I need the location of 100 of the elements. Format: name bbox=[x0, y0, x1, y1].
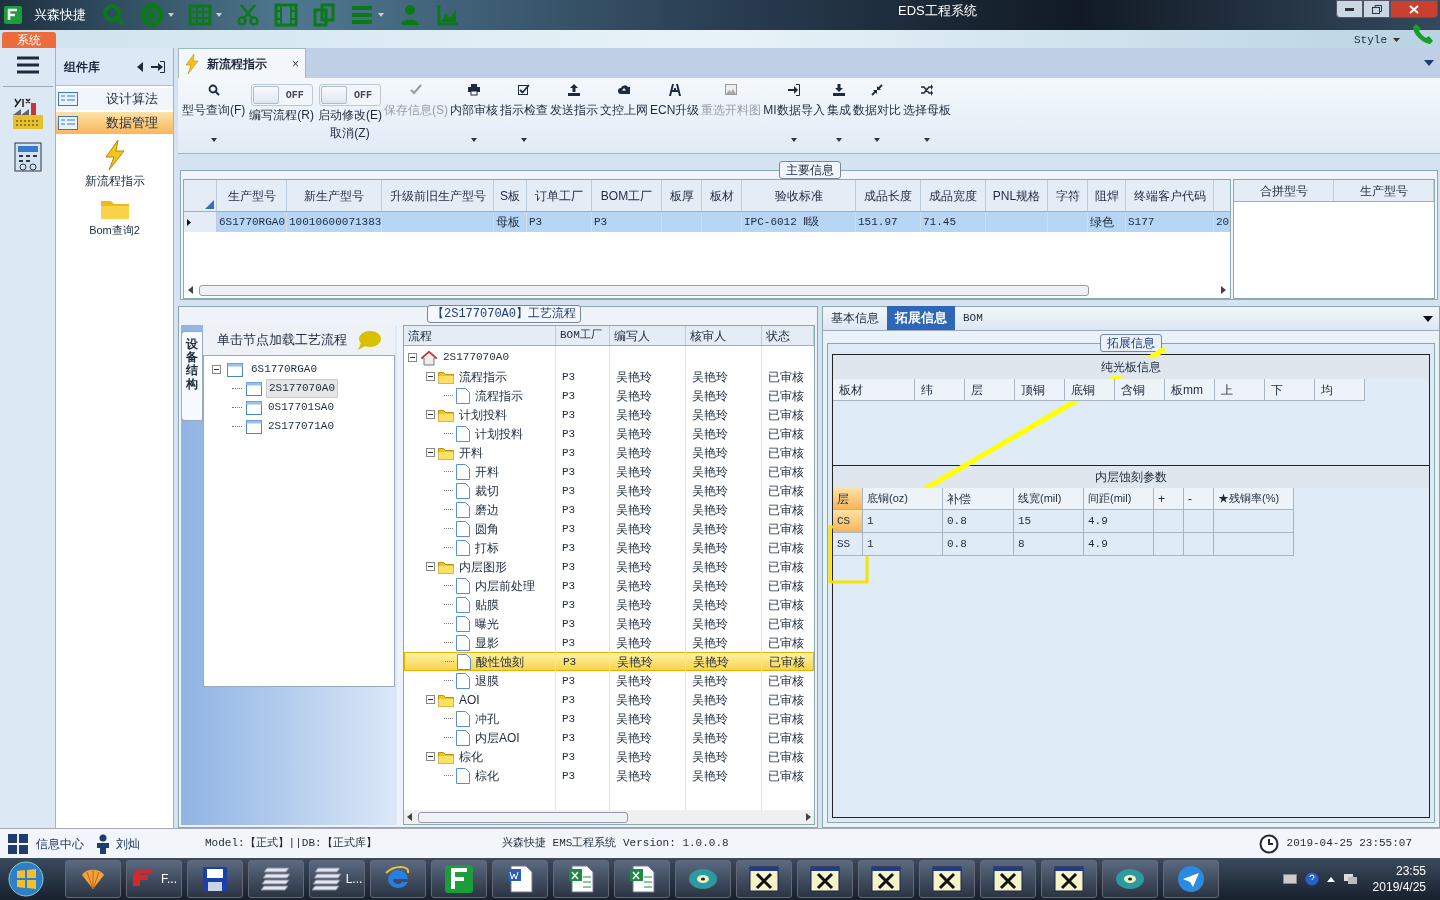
maximize-button[interactable] bbox=[1363, 0, 1390, 18]
tree-row[interactable]: 流程指示 P3 吴艳玲 吴艳玲 已审核 bbox=[404, 367, 814, 386]
close-button[interactable] bbox=[1390, 0, 1438, 18]
table-cell: P3 bbox=[592, 212, 662, 232]
tree-row[interactable]: 计划投料 P3 吴艳玲 吴艳玲 已审核 bbox=[404, 405, 814, 424]
group-title: 【2S177070A0】工艺流程 bbox=[427, 305, 581, 323]
tree-row[interactable]: 圆角 P3 吴艳玲 吴艳玲 已审核 bbox=[404, 519, 814, 538]
tool-button[interactable]: Bom查询2 bbox=[56, 196, 173, 239]
collapse-button[interactable] bbox=[137, 61, 143, 72]
table-cell: 吴艳玲 bbox=[692, 673, 728, 688]
column-header: 新生产型号 bbox=[287, 180, 382, 211]
nav-item[interactable]: 数据管理 bbox=[56, 112, 173, 134]
taskbar-button[interactable] bbox=[1102, 860, 1158, 898]
toggle-switch[interactable]: OFF bbox=[319, 84, 381, 106]
tree-row[interactable]: 内层图形 P3 吴艳玲 吴艳玲 已审核 bbox=[404, 557, 814, 576]
nav-item[interactable]: 设计算法 bbox=[56, 88, 173, 110]
taskbar-button[interactable] bbox=[187, 860, 243, 898]
tree-row[interactable]: 打标 P3 吴艳玲 吴艳玲 已审核 bbox=[404, 538, 814, 557]
ribbon-button[interactable]: 发送指示 bbox=[550, 84, 598, 119]
table-row[interactable]: 6S1770RGA0 10010600071383 母板 P3 P3 IPC-6012 Ⅱ级 151.97 71.45 绿色 S177 20 bbox=[184, 212, 1230, 232]
ribbon-button[interactable]: 指示检查 bbox=[500, 84, 548, 142]
taskbar-button[interactable] bbox=[736, 860, 792, 898]
document-icon bbox=[456, 767, 470, 784]
tree-row[interactable]: 开料 P3 吴艳玲 吴艳玲 已审核 bbox=[404, 462, 814, 481]
collapse-icon bbox=[426, 752, 435, 761]
ribbon-button[interactable]: 选择母板 bbox=[902, 84, 951, 142]
caret-icon bbox=[216, 13, 222, 17]
style-menu[interactable]: Style bbox=[1354, 34, 1400, 46]
taskbar-button[interactable]: L... bbox=[309, 860, 365, 898]
tree-node[interactable]: 0S17701SA0 bbox=[266, 399, 336, 416]
document-tab[interactable]: 新流程指示 × bbox=[178, 48, 306, 78]
printer-icon bbox=[468, 84, 480, 96]
caret-icon bbox=[210, 138, 217, 142]
tree-row[interactable]: 退膜 P3 吴艳玲 吴艳玲 已审核 bbox=[404, 671, 814, 690]
ribbon-button[interactable]: ECN升级 bbox=[650, 84, 700, 119]
info-center-button[interactable]: 信息中心 bbox=[8, 833, 84, 854]
taskbar-button[interactable] bbox=[614, 860, 670, 898]
ribbon-button[interactable]: 集成 bbox=[826, 84, 851, 142]
tree-row[interactable]: 内层前处理 P3 吴艳玲 吴艳玲 已审核 bbox=[404, 576, 814, 595]
sign-in-icon bbox=[151, 60, 165, 73]
table-cell: 已审核 bbox=[768, 540, 804, 555]
horizontal-scrollbar[interactable] bbox=[188, 284, 1226, 296]
detail-tab[interactable]: 拓展信息 bbox=[887, 306, 955, 330]
taskbar-button[interactable] bbox=[675, 860, 731, 898]
tree-row[interactable]: 冲孔 P3 吴艳玲 吴艳玲 已审核 bbox=[404, 709, 814, 728]
tree-row[interactable]: AOI P3 吴艳玲 吴艳玲 已审核 bbox=[404, 690, 814, 709]
table-cell: P3 bbox=[562, 599, 576, 612]
taskbar-button[interactable] bbox=[858, 860, 914, 898]
flow-node-label: 酸性蚀刻 bbox=[476, 653, 524, 671]
table-cell[interactable]: SS bbox=[833, 533, 863, 556]
tab-close[interactable]: × bbox=[292, 54, 299, 73]
tree-row[interactable]: 磨边 P3 吴艳玲 吴艳玲 已审核 bbox=[404, 500, 814, 519]
tree-row[interactable]: 开料 P3 吴艳玲 吴艳玲 已审核 bbox=[404, 443, 814, 462]
menu-button[interactable] bbox=[15, 54, 40, 76]
tree-row[interactable]: 流程指示 P3 吴艳玲 吴艳玲 已审核 bbox=[404, 386, 814, 405]
tree-node[interactable]: 6S1770RGA0 bbox=[249, 361, 319, 378]
taskbar-button[interactable] bbox=[980, 860, 1036, 898]
taskbar-button[interactable] bbox=[1163, 860, 1219, 898]
table-cell: 吴艳玲 bbox=[616, 502, 652, 517]
taskbar-button[interactable] bbox=[431, 860, 487, 898]
ribbon-button[interactable]: 型号查询(F) bbox=[182, 84, 246, 142]
side-tab[interactable]: 设备结构 bbox=[181, 331, 203, 421]
taskbar-button[interactable] bbox=[797, 860, 853, 898]
collapse-icon bbox=[426, 448, 435, 457]
taskbar-button[interactable] bbox=[553, 860, 609, 898]
detail-tab[interactable]: 基本信息 bbox=[823, 306, 887, 330]
ribbon-button[interactable]: 内部审核 bbox=[450, 84, 498, 142]
flow-node-label: 计划投料 bbox=[475, 425, 523, 443]
tree-row[interactable]: 内层AOI P3 吴艳玲 吴艳玲 已审核 bbox=[404, 728, 814, 747]
tree-row[interactable]: 棕化 P3 吴艳玲 吴艳玲 已审核 bbox=[404, 747, 814, 766]
taskbar-button[interactable] bbox=[919, 860, 975, 898]
ribbon-button[interactable]: 文控上网 bbox=[600, 84, 648, 119]
tree-row[interactable]: 显影 P3 吴艳玲 吴艳玲 已审核 bbox=[404, 633, 814, 652]
taskbar-button[interactable] bbox=[492, 860, 548, 898]
taskbar-button[interactable] bbox=[1041, 860, 1097, 898]
tree-row[interactable]: 曝光 P3 吴艳玲 吴艳玲 已审核 bbox=[404, 614, 814, 633]
column-header: 均 bbox=[1315, 379, 1365, 401]
tree-row[interactable]: 棕化 P3 吴艳玲 吴艳玲 已审核 bbox=[404, 766, 814, 785]
table-cell: 吴艳玲 bbox=[616, 749, 652, 764]
horizontal-scrollbar[interactable] bbox=[404, 810, 814, 824]
tree-row[interactable]: 贴膜 P3 吴艳玲 吴艳玲 已审核 bbox=[404, 595, 814, 614]
tool-button[interactable]: 新流程指示 bbox=[56, 140, 173, 190]
tree-row[interactable]: 2S177070A0 bbox=[404, 348, 814, 367]
tree-node[interactable]: 2S177070A0 bbox=[266, 379, 338, 398]
table-cell[interactable]: CS bbox=[833, 510, 863, 533]
minimize-button[interactable] bbox=[1336, 0, 1363, 18]
tree-row[interactable]: 酸性蚀刻 P3 吴艳玲 吴艳玲 已审核 bbox=[404, 652, 814, 671]
ribbon-button[interactable]: MI数据导入 bbox=[763, 84, 825, 142]
keyboard-icon bbox=[1282, 874, 1297, 884]
detail-tab[interactable]: BOM bbox=[955, 306, 991, 330]
taskbar-button[interactable] bbox=[65, 860, 121, 898]
tree-row[interactable]: 计划投料 P3 吴艳玲 吴艳玲 已审核 bbox=[404, 424, 814, 443]
tree-node[interactable]: 2S177071A0 bbox=[266, 418, 336, 435]
table-cell: P3 bbox=[563, 656, 577, 669]
taskbar-button[interactable]: F... bbox=[126, 860, 182, 898]
ribbon-button[interactable]: 数据对比 bbox=[852, 84, 901, 142]
toggle-switch[interactable]: OFF bbox=[250, 84, 313, 106]
tree-row[interactable]: 裁切 P3 吴艳玲 吴艳玲 已审核 bbox=[404, 481, 814, 500]
pin-button[interactable] bbox=[151, 60, 165, 73]
taskbar-button[interactable] bbox=[248, 860, 304, 898]
